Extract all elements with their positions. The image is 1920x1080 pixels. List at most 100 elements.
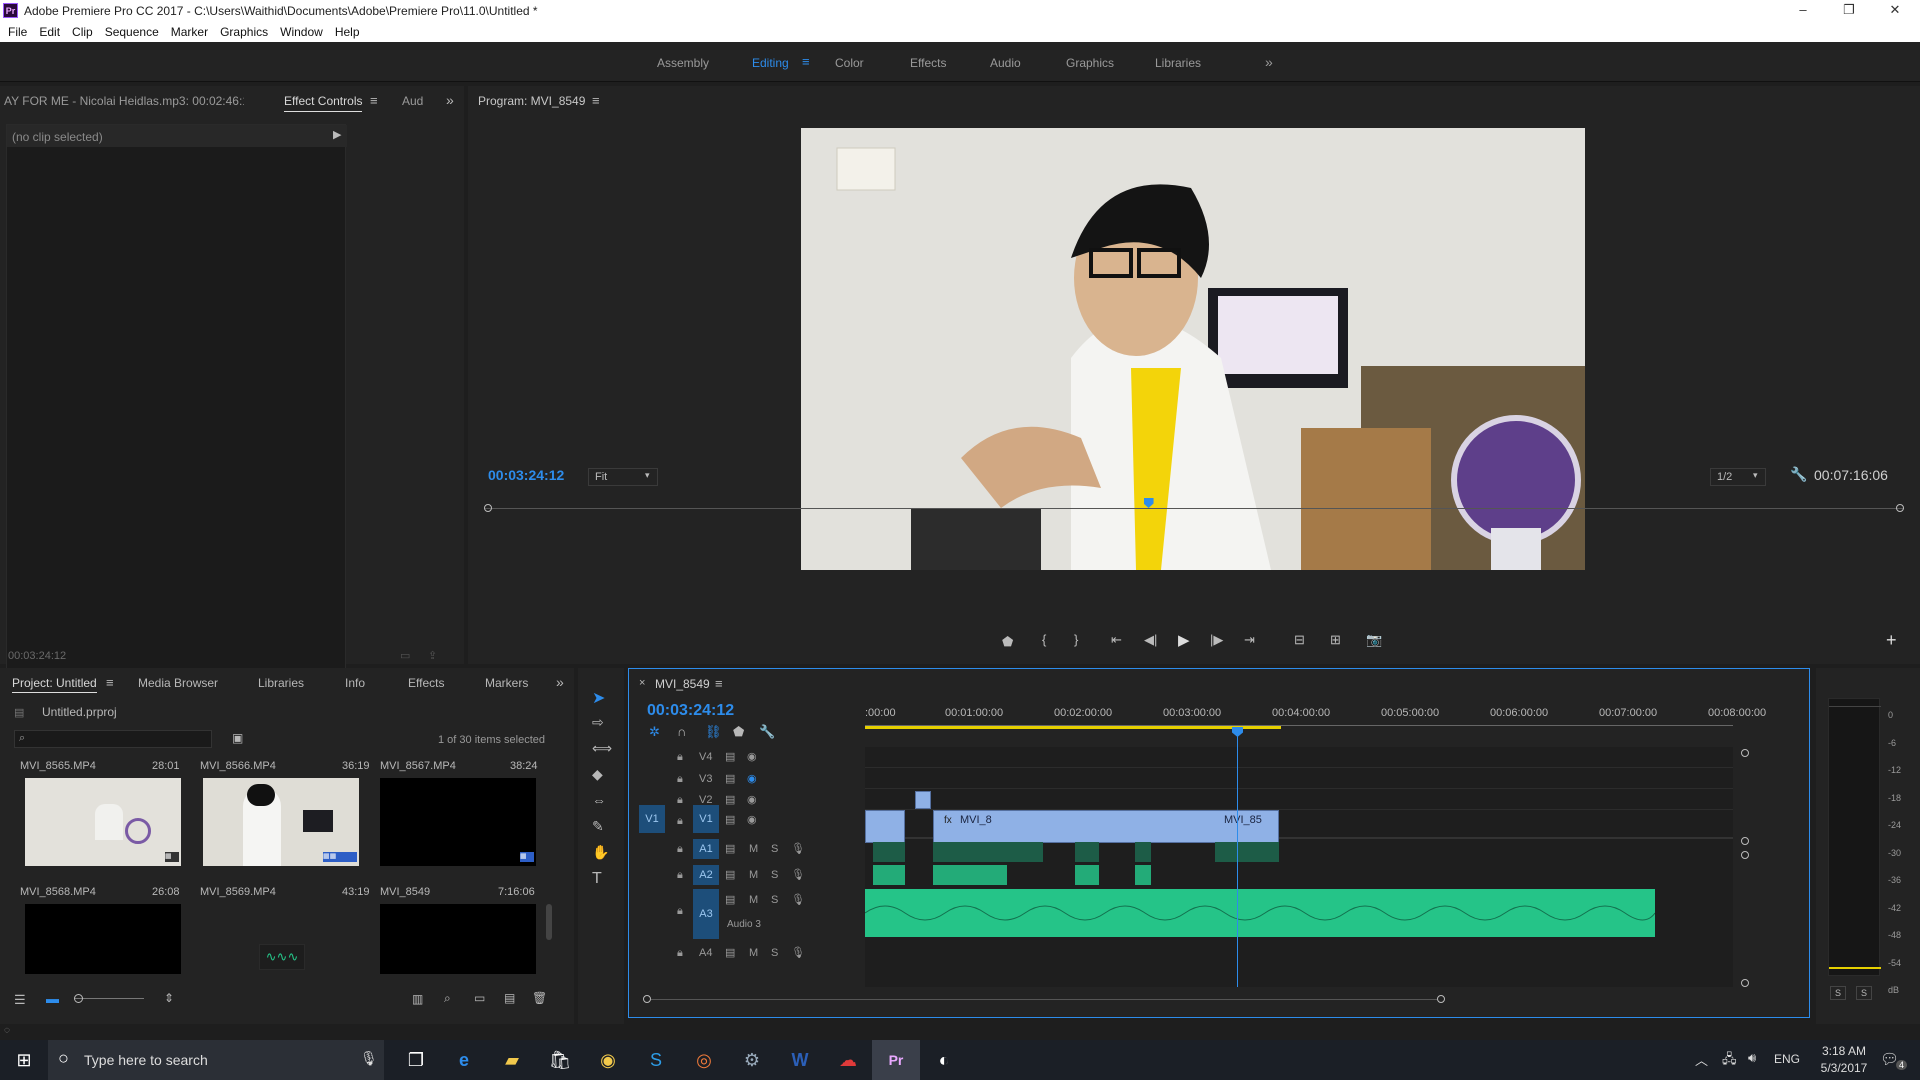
time-ruler[interactable]: :00:00 00:01:00:00 00:02:00:00 00:03:00:…	[865, 697, 1766, 731]
audio-scroll-handle[interactable]	[1741, 851, 1749, 859]
workspace-libraries[interactable]: Libraries	[1155, 56, 1201, 70]
clock-time[interactable]: 3:18 AM	[1814, 1044, 1874, 1058]
skype-icon[interactable]: S	[632, 1040, 680, 1080]
track-label-v1[interactable]: V1	[693, 805, 719, 833]
fit-dropdown[interactable]: Fit ▾	[588, 468, 658, 486]
audio-clip[interactable]	[1075, 842, 1099, 862]
restore-button[interactable]: ❐	[1826, 0, 1872, 22]
trash-icon[interactable]: 🗑	[532, 991, 547, 1005]
workspace-effects[interactable]: Effects	[910, 56, 946, 70]
mute-button[interactable]: M	[749, 843, 758, 855]
wrench-icon[interactable]: 🔧	[1790, 466, 1807, 483]
tab-effects[interactable]: Effects	[408, 676, 444, 690]
menu-file[interactable]: File	[8, 22, 35, 42]
resolution-dropdown[interactable]: 1/2 ▾	[1710, 468, 1766, 486]
menu-help[interactable]: Help	[335, 22, 368, 42]
sync-lock-icon[interactable]: ▤	[725, 750, 735, 763]
video-clip[interactable]: fx MVI_8 MVI_85	[933, 810, 1279, 843]
work-area-bar[interactable]	[865, 726, 1281, 729]
extract-icon[interactable]: ⊞	[1330, 632, 1341, 648]
audio-clip-music[interactable]	[864, 889, 1656, 937]
project-item[interactable]: MVI_8549 7:16:06	[380, 882, 542, 978]
project-item[interactable]: MVI_8568.MP4 26:08	[20, 882, 182, 978]
ripple-edit-tool-icon[interactable]: ⟺	[592, 740, 612, 757]
close-sequence-icon[interactable]: ×	[639, 677, 645, 689]
mute-button[interactable]: M	[749, 947, 758, 959]
audio-scroll-handle[interactable]	[1741, 979, 1749, 987]
linked-selection-icon[interactable]: ⛓	[705, 724, 722, 740]
panel-more-icon[interactable]: »	[446, 92, 454, 108]
eye-icon[interactable]: ◉	[747, 813, 757, 826]
track-label-a3[interactable]: A3	[693, 889, 719, 939]
voiceover-mic-icon[interactable]: 🎙︎	[791, 842, 805, 855]
tab-info[interactable]: Info	[345, 676, 365, 690]
eye-icon[interactable]: ◉	[747, 793, 757, 806]
audio-clip[interactable]	[1215, 842, 1279, 862]
audio-clip[interactable]	[1135, 865, 1151, 885]
video-scroll-handle[interactable]	[1741, 749, 1749, 757]
track-label-a2[interactable]: A2	[693, 865, 719, 885]
mark-out-icon[interactable]: }	[1074, 632, 1078, 647]
menu-edit[interactable]: Edit	[39, 22, 68, 42]
scrubber-in-handle[interactable]	[484, 504, 492, 512]
meter-solo-left[interactable]: S	[1830, 986, 1846, 1000]
project-menu-icon[interactable]: ≡	[106, 675, 114, 690]
origin-icon[interactable]: ◎	[680, 1040, 728, 1080]
pen-tool-icon[interactable]: ✎	[592, 818, 604, 835]
mute-button[interactable]: M	[749, 894, 758, 906]
lock-icon[interactable]: 🔒︎	[677, 843, 683, 856]
sync-lock-icon[interactable]: ▤	[725, 793, 735, 806]
workspace-color[interactable]: Color	[835, 56, 864, 70]
creative-cloud-icon[interactable]: ☁	[824, 1040, 872, 1080]
eye-icon[interactable]: ◉	[747, 750, 757, 763]
chrome-icon[interactable]: ◉	[584, 1040, 632, 1080]
program-scrubber[interactable]	[484, 498, 1904, 514]
program-tab[interactable]: Program: MVI_8549	[478, 94, 585, 108]
scrubber-out-handle[interactable]	[1896, 504, 1904, 512]
tab-media-browser[interactable]: Media Browser	[138, 676, 218, 690]
project-search[interactable]: ⌕	[14, 730, 212, 748]
language-indicator[interactable]: ENG	[1774, 1052, 1800, 1066]
tab-markers[interactable]: Markers	[485, 676, 528, 690]
minimize-button[interactable]: –	[1780, 0, 1826, 22]
export-frame-icon[interactable]: 📷	[1366, 632, 1382, 648]
app-taskbar-icon[interactable]: ◐	[920, 1040, 968, 1080]
lock-icon[interactable]: 🔒︎	[677, 794, 683, 807]
video-clip[interactable]	[915, 791, 931, 809]
project-item[interactable]: MVI_8566.MP4 36:19 ▦▦	[200, 756, 370, 876]
windows-start-icon[interactable]: ⊞	[0, 1040, 48, 1080]
mark-in-icon[interactable]: {	[1042, 632, 1046, 647]
project-search-input[interactable]	[33, 732, 203, 746]
audio-clip[interactable]	[1075, 865, 1099, 885]
play-icon[interactable]: ▶	[1178, 631, 1190, 649]
add-marker-icon[interactable]: ⬟	[1002, 634, 1013, 650]
lock-icon[interactable]: 🔒︎	[677, 947, 683, 960]
video-clip[interactable]	[865, 810, 905, 843]
icon-view-icon[interactable]: ▬	[46, 991, 59, 1006]
edge-browser-icon[interactable]: e	[440, 1040, 488, 1080]
program-timecode[interactable]: 00:03:24:12	[488, 467, 564, 483]
track-label-v4[interactable]: V4	[699, 751, 712, 763]
track-select-tool-icon[interactable]: ⇨	[592, 714, 604, 731]
snap-icon[interactable]: ∩	[677, 724, 686, 739]
clock-date[interactable]: 5/3/2017	[1814, 1061, 1874, 1075]
menu-marker[interactable]: Marker	[171, 22, 216, 42]
track-area[interactable]: fx MVI_8 MVI_85	[864, 727, 1733, 987]
tab-audio-mixer[interactable]: Aud	[402, 94, 423, 108]
expand-arrow-icon[interactable]: ▶	[333, 128, 341, 141]
sync-lock-icon[interactable]: ▤	[725, 893, 735, 906]
workspace-menu-icon[interactable]: ≡	[802, 54, 810, 69]
audio-clip[interactable]	[873, 865, 905, 885]
workspace-audio[interactable]: Audio	[990, 56, 1021, 70]
go-to-out-icon[interactable]: ⇥	[1244, 632, 1255, 648]
taskbar-search-box[interactable]: ○ Type here to search 🎙︎	[48, 1040, 384, 1080]
new-bin-icon[interactable]: ▭	[474, 991, 485, 1005]
find-icon[interactable]: ⌕	[444, 991, 451, 1006]
hand-tool-icon[interactable]: ✋	[592, 844, 609, 861]
lift-icon[interactable]: ⊟	[1294, 632, 1305, 648]
timeline-timecode[interactable]: 00:03:24:12	[647, 702, 734, 720]
solo-button[interactable]: S	[771, 947, 778, 959]
sequence-menu-icon[interactable]: ≡	[715, 676, 723, 691]
workspace-assembly[interactable]: Assembly	[657, 56, 709, 70]
eye-hidden-icon[interactable]: ◉	[747, 772, 757, 785]
